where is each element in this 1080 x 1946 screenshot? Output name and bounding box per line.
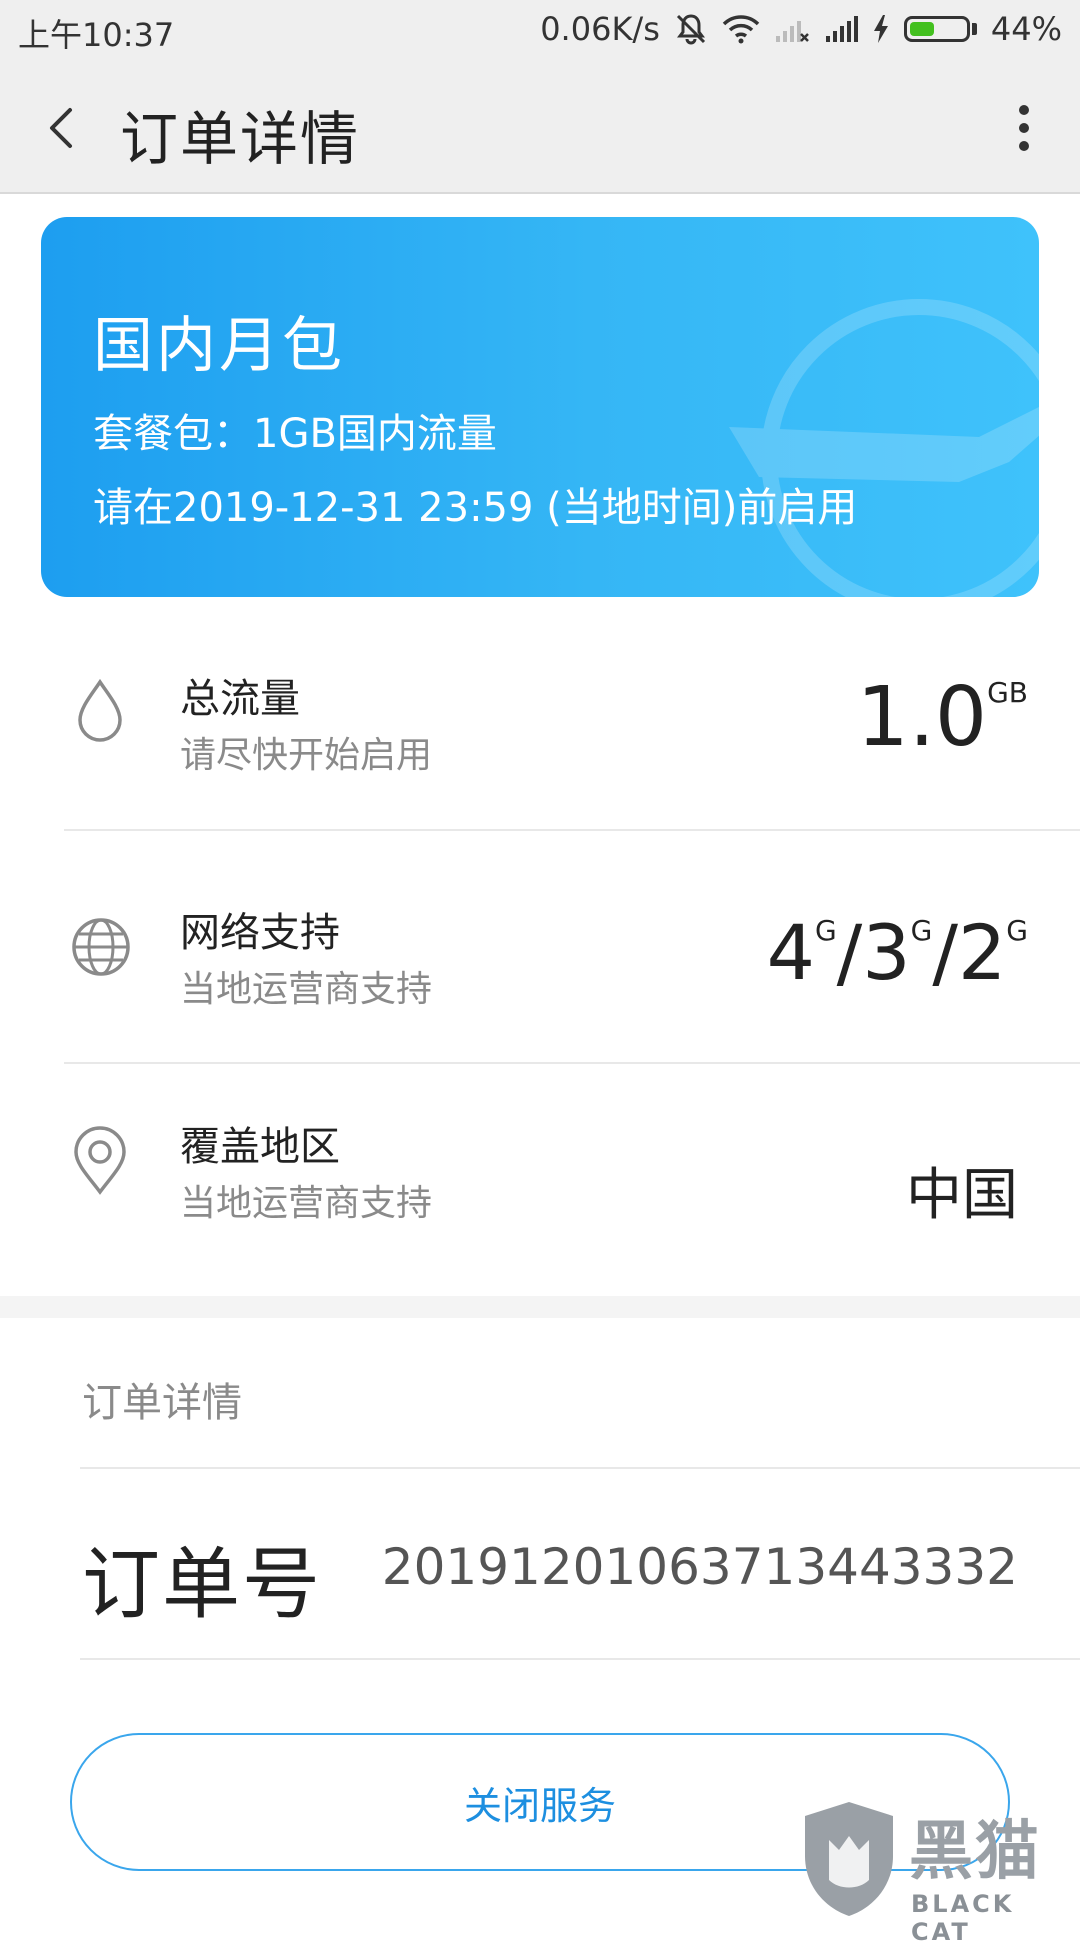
total-data-unit: GB bbox=[987, 676, 1028, 709]
globe-icon bbox=[70, 916, 130, 980]
battery-icon bbox=[903, 16, 977, 42]
back-arrow-icon[interactable] bbox=[42, 102, 82, 154]
mute-icon bbox=[674, 12, 708, 46]
package-plan: 套餐包：1GB国内流量 bbox=[93, 411, 497, 457]
coverage-value: 中国 bbox=[906, 1163, 1018, 1228]
watermark-english: BLACK CAT bbox=[911, 1890, 1015, 1946]
network-value: 4G/3G/2G bbox=[766, 908, 1028, 997]
page-title: 订单详情 bbox=[120, 105, 361, 173]
package-name: 国内月包 bbox=[93, 311, 345, 381]
coverage-row: 覆盖地区 当地运营商支持 中国 bbox=[0, 1064, 1080, 1294]
signal-icon bbox=[824, 14, 858, 44]
total-data-value: 1.0GB bbox=[856, 670, 1028, 765]
app-bar: 订单详情 bbox=[0, 62, 1080, 194]
order-number-value: 20191201063713443332 bbox=[381, 1538, 1018, 1596]
package-activation-deadline: 请在2019-12-31 23:59 (当地时间)前启用 bbox=[93, 485, 858, 531]
order-number-label: 订单号 bbox=[82, 1540, 323, 1630]
total-data-subtitle: 请尽快开始启用 bbox=[180, 735, 433, 776]
network-subtitle: 当地运营商支持 bbox=[180, 969, 433, 1010]
status-bar: 上午10:37 0.06K/s 44% bbox=[0, 0, 1080, 62]
order-section-title: 订单详情 bbox=[82, 1380, 242, 1426]
network-speed: 0.06K/s bbox=[540, 10, 660, 48]
cat-shield-icon bbox=[805, 1802, 893, 1916]
network-title: 网络支持 bbox=[180, 910, 340, 956]
order-divider bbox=[80, 1467, 1080, 1469]
water-drop-icon bbox=[70, 678, 130, 742]
no-signal-sim-icon bbox=[774, 14, 810, 44]
coverage-title: 覆盖地区 bbox=[180, 1124, 340, 1170]
airplane-icon bbox=[729, 299, 1039, 597]
total-data-row: 总流量 请尽快开始启用 1.0GB bbox=[0, 600, 1080, 830]
charging-icon bbox=[872, 14, 890, 44]
location-pin-icon bbox=[70, 1126, 130, 1195]
status-icons: 0.06K/s 44% bbox=[540, 10, 1062, 48]
battery-level bbox=[909, 22, 934, 36]
more-vertical-icon[interactable] bbox=[1014, 100, 1034, 156]
section-gap bbox=[0, 1296, 1080, 1318]
network-row: 网络支持 当地运营商支持 4G/3G/2G bbox=[0, 832, 1080, 1062]
package-card: 国内月包 套餐包：1GB国内流量 请在2019-12-31 23:59 (当地时… bbox=[41, 217, 1039, 597]
order-divider bbox=[80, 1658, 1080, 1660]
battery-percent: 44% bbox=[990, 10, 1062, 48]
status-time: 上午10:37 bbox=[18, 16, 175, 54]
coverage-subtitle: 当地运营商支持 bbox=[180, 1183, 433, 1224]
total-data-title: 总流量 bbox=[180, 676, 300, 722]
blackcat-watermark: 黑猫 BLACK CAT bbox=[799, 1800, 1074, 1946]
watermark-chinese: 黑猫 bbox=[909, 1815, 1041, 1889]
row-divider bbox=[64, 829, 1080, 831]
wifi-icon bbox=[722, 14, 760, 44]
